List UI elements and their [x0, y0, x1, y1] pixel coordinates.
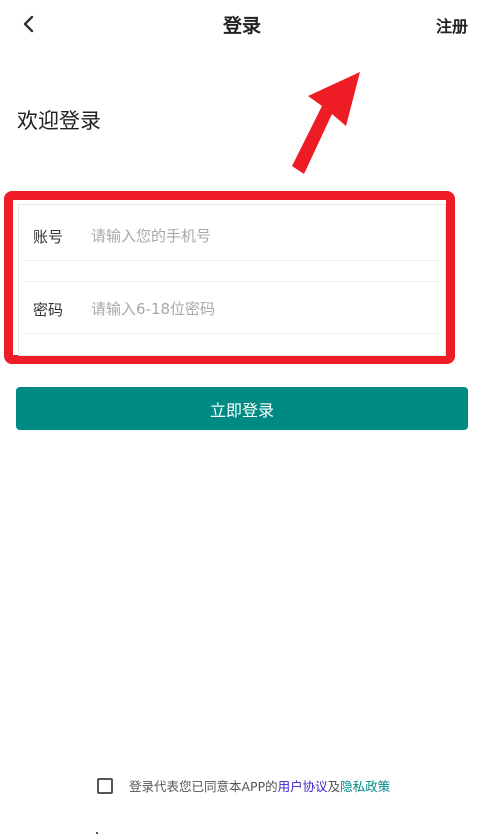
account-label: 账号: [33, 227, 64, 246]
welcome-heading: 欢迎登录: [17, 109, 101, 133]
account-input[interactable]: [91, 227, 445, 245]
row-divider: [25, 333, 439, 334]
password-label: 密码: [33, 300, 64, 319]
account-row: 账号: [19, 208, 445, 264]
privacy-policy-link[interactable]: 隐私政策: [340, 776, 390, 795]
login-button[interactable]: 立即登录: [16, 387, 468, 430]
annotation-arrow-icon: [292, 72, 360, 174]
page-title: 登录: [222, 15, 261, 37]
user-agreement-link[interactable]: 用户协议: [278, 776, 328, 795]
password-row: 密码: [19, 281, 445, 337]
agreement-row: 登录代表您已同意本APP的 用户协议 及 隐私政策: [97, 776, 390, 795]
register-link[interactable]: 注册: [436, 13, 468, 37]
login-form: 账号 密码: [18, 204, 446, 356]
agreement-conjunction: 及: [327, 779, 341, 794]
navigation-bar: 登录 注册: [0, 0, 484, 46]
agreement-checkbox[interactable]: [97, 777, 113, 794]
password-input[interactable]: [91, 300, 445, 318]
row-divider: [25, 260, 439, 261]
agreement-text: 登录代表您已同意本APP的: [129, 779, 278, 794]
